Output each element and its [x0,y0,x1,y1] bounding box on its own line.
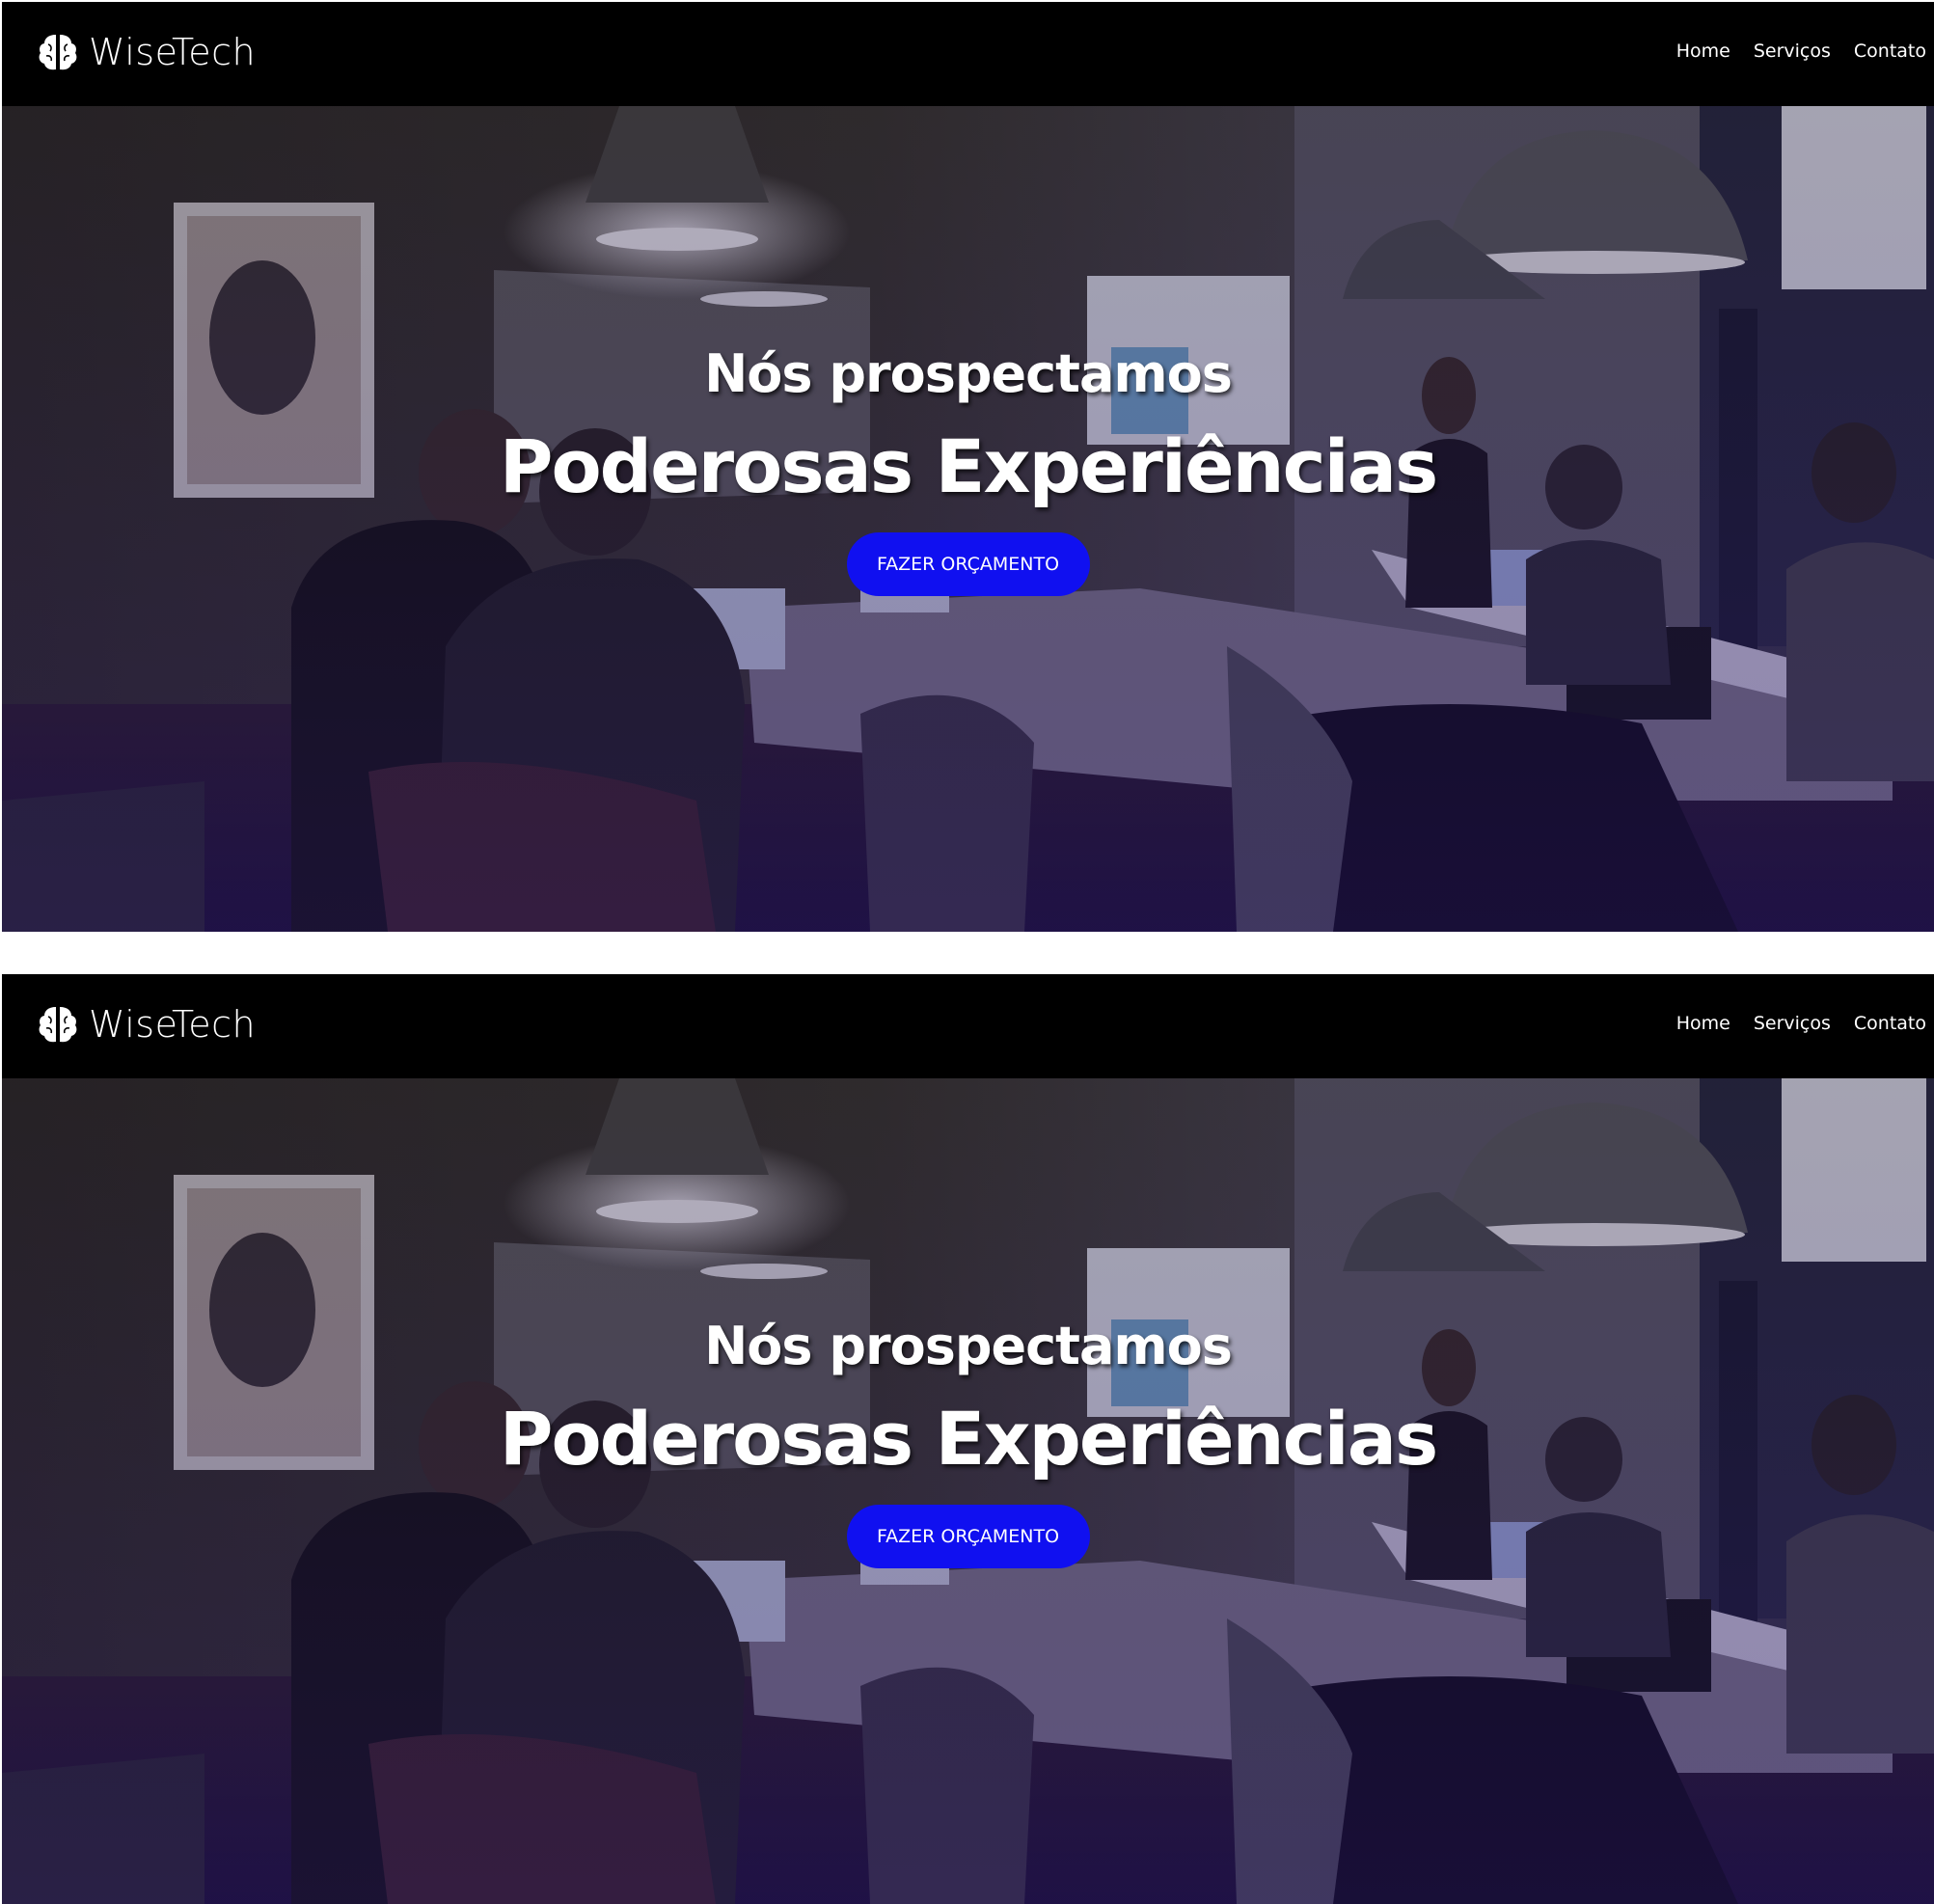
hero-title: Poderosas Experiências [499,423,1438,509]
hero-kicker: Nós prospectamos [704,1316,1233,1376]
nav-home[interactable]: Home [1676,42,1730,61]
nav-contato[interactable]: Contato [1854,1015,1926,1033]
brain-icon [37,1003,79,1046]
brand-name: WiseTech [89,1003,257,1046]
nav-servicos[interactable]: Serviços [1754,42,1831,61]
hero-content: Nós prospectamos Poderosas Experiências … [2,343,1934,596]
nav-home[interactable]: Home [1676,1015,1730,1033]
page-screenshot-bottom: WiseTech Home Serviços Contato Nós prosp… [2,974,1934,1904]
nav-servicos[interactable]: Serviços [1754,1015,1831,1033]
brain-icon [37,31,79,73]
brand-name: WiseTech [89,31,257,73]
hero-section: Nós prospectamos Poderosas Experiências … [2,1078,1934,1904]
brand-logo-link[interactable]: WiseTech [37,31,256,73]
hero-title: Poderosas Experiências [499,1396,1438,1482]
nav-contato[interactable]: Contato [1854,42,1926,61]
hero-kicker: Nós prospectamos [704,343,1233,404]
hero-section: Nós prospectamos Poderosas Experiências … [2,106,1934,932]
page-screenshot-top: WiseTech Home Serviços Contato Nós prosp… [2,2,1934,932]
request-quote-button[interactable]: FAZER ORÇAMENTO [846,1505,1090,1568]
main-nav: Home Serviços Contato [1676,1015,1926,1033]
request-quote-button[interactable]: FAZER ORÇAMENTO [846,532,1090,596]
main-nav: Home Serviços Contato [1676,42,1926,61]
navbar: WiseTech Home Serviços Contato [2,974,1934,1078]
hero-content: Nós prospectamos Poderosas Experiências … [2,1316,1934,1568]
navbar: WiseTech Home Serviços Contato [2,2,1934,106]
brand-logo-link[interactable]: WiseTech [37,1003,256,1046]
